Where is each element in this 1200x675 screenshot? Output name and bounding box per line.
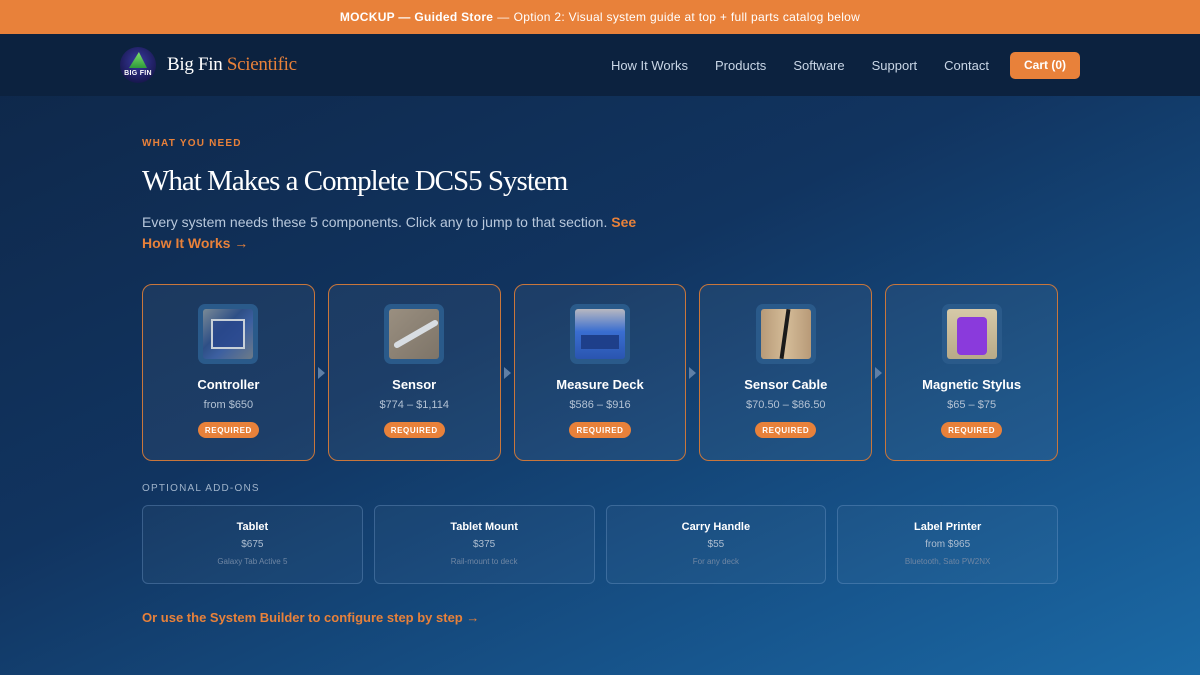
main-content: WHAT YOU NEED What Makes a Complete DCS5…	[0, 138, 1200, 625]
nav-link-support[interactable]: Support	[872, 58, 918, 73]
required-badge: REQUIRED	[755, 422, 817, 438]
chevron-right-icon	[872, 366, 885, 379]
addon-card-label-printer[interactable]: Label Printer from $965 Bluetooth, Sato …	[837, 505, 1058, 584]
mockup-banner: MOCKUP — Guided Store — Option 2: Visual…	[0, 0, 1200, 34]
magnetic-stylus-image	[941, 304, 1002, 364]
component-cards: Controller from $650 REQUIRED Sensor $77…	[142, 284, 1058, 461]
sensor-cable-image	[755, 304, 816, 364]
required-badge: REQUIRED	[569, 422, 631, 438]
nav-links: How It Works Products Software Support C…	[584, 51, 1080, 79]
top-nav: BIG FIN Big Fin Scientific How It Works …	[0, 34, 1200, 96]
measure-deck-image	[570, 304, 630, 364]
logo[interactable]: BIG FIN Big Fin Scientific	[120, 47, 297, 83]
addon-cards: Tablet $675 Galaxy Tab Active 5 Tablet M…	[142, 505, 1058, 584]
chevron-right-icon	[686, 366, 699, 379]
controller-image	[198, 304, 259, 364]
nav-link-contact[interactable]: Contact	[944, 58, 989, 73]
chevron-right-icon	[501, 366, 514, 379]
required-badge: REQUIRED	[941, 422, 1003, 438]
banner-strong: MOCKUP — Guided Store	[339, 10, 494, 24]
system-builder-link[interactable]: Or use the System Builder to configure s…	[142, 610, 1058, 625]
banner-text: Option 2: Visual system guide at top + f…	[513, 10, 861, 24]
required-badge: REQUIRED	[197, 422, 259, 438]
required-badge: REQUIRED	[383, 422, 445, 438]
chevron-right-icon	[315, 366, 328, 379]
sensor-image	[384, 304, 445, 364]
component-card-controller[interactable]: Controller from $650 REQUIRED	[142, 284, 315, 461]
lead-text: Every system needs these 5 components. C…	[142, 214, 637, 251]
nav-link-software[interactable]: Software	[793, 58, 844, 73]
component-card-magnetic-stylus[interactable]: Magnetic Stylus $65 – $75 REQUIRED	[885, 284, 1058, 461]
addon-card-carry-handle[interactable]: Carry Handle $55 For any deck	[605, 505, 827, 584]
addons-heading: OPTIONAL ADD-ONS	[142, 483, 260, 494]
addon-card-tablet[interactable]: Tablet $675 Galaxy Tab Active 5	[142, 505, 363, 584]
cart-button[interactable]: Cart (0)	[1009, 51, 1080, 79]
page-title: What Makes a Complete DCS5 System	[142, 165, 568, 197]
addon-card-tablet-mount[interactable]: Tablet Mount $375 Rail-mount to deck	[373, 505, 595, 584]
nav-link-products[interactable]: Products	[715, 58, 766, 73]
component-card-measure-deck[interactable]: Measure Deck $586 – $916 REQUIRED	[513, 284, 687, 461]
brand-name: Big Fin Scientific	[167, 54, 297, 75]
big-fin-logo-icon: BIG FIN	[120, 47, 156, 83]
nav-link-how-it-works[interactable]: How It Works	[611, 58, 688, 73]
component-card-sensor-cable[interactable]: Sensor Cable $70.50 – $86.50 REQUIRED	[699, 284, 873, 461]
component-card-sensor[interactable]: Sensor $774 – $1,114 REQUIRED	[327, 284, 501, 461]
section-eyebrow: WHAT YOU NEED	[142, 138, 242, 149]
